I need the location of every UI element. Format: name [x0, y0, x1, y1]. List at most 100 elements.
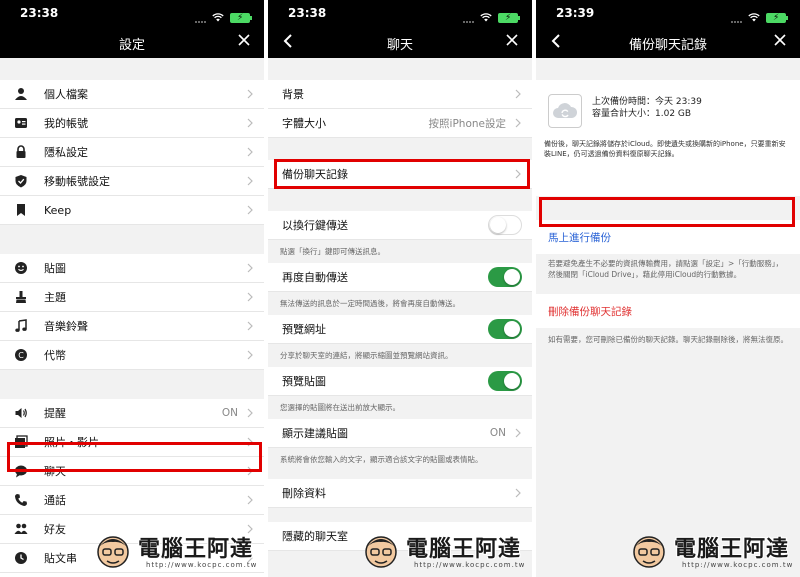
settings-row[interactable]: 好友	[0, 515, 264, 544]
battery-icon: ⚡	[498, 12, 520, 23]
delete-backup-description: 如有需要，您可刪除已備份的聊天記錄。聊天記錄刪除後，將無法復原。	[536, 328, 800, 351]
status-bar: 23:38 ⚡	[268, 0, 532, 26]
settings-row[interactable]: 音樂鈴聲	[0, 312, 264, 341]
settings-row[interactable]: 主題	[0, 283, 264, 312]
row-description: 點選「換行」鍵即可傳送訊息。	[268, 240, 532, 263]
highlight-backup-now	[539, 197, 795, 227]
row-hidden-chats[interactable]: 隱藏的聊天室	[268, 522, 532, 551]
row-label: 我的帳號	[44, 117, 88, 130]
chevron-right-icon	[247, 147, 253, 157]
toggle-switch[interactable]	[488, 267, 522, 287]
toggle-row: 預覽貼圖	[268, 367, 532, 396]
cloud-sync-icon	[548, 94, 582, 128]
settings-row[interactable]: 移動帳號設定	[0, 167, 264, 196]
row-label: 預覽貼圖	[282, 375, 326, 388]
backup-screen: 23:39 ⚡ 備份聊天記錄 上次備份時間：今天 23:39 容量合計大小：1.…	[536, 0, 800, 577]
signal-icon	[730, 8, 742, 27]
settings-group: 貼圖主題音樂鈴聲 C 代幣	[0, 254, 264, 370]
wifi-icon	[748, 13, 760, 22]
row-label: 以換行鍵傳送	[282, 219, 348, 232]
toggle-knob	[490, 217, 506, 233]
row-description: 系統將會依您輸入的文字，顯示適合該文字的貼圖或表情貼。	[268, 448, 532, 471]
settings-row[interactable]: C 代幣	[0, 341, 264, 370]
highlight-chat	[7, 442, 262, 472]
chevron-right-icon	[247, 292, 253, 302]
toggle-switch[interactable]	[488, 371, 522, 391]
row-delete-data[interactable]: 刪除資料	[268, 479, 532, 508]
row-label: 刪除資料	[282, 487, 326, 500]
row-label: 貼圖	[44, 262, 66, 275]
settings-screen: 23:38 ⚡ 設定 個人檔案我的帳號隱私設定移動帳號設定 Keep 貼圖主題音樂鈴…	[0, 0, 264, 577]
settings-row[interactable]: 貼文串	[0, 544, 264, 573]
chevron-right-icon	[247, 350, 253, 360]
highlight-backup	[274, 159, 530, 189]
chevron-right-icon	[247, 524, 253, 534]
close-icon[interactable]	[504, 32, 520, 48]
toggle-row: 再度自動傳送	[268, 263, 532, 292]
row-font-size[interactable]: 字體大小 按照iPhone設定	[268, 109, 532, 138]
chevron-right-icon	[515, 488, 521, 498]
status-time: 23:39	[556, 6, 595, 20]
row-label: 音樂鈴聲	[44, 320, 88, 333]
close-icon[interactable]	[772, 32, 788, 48]
settings-row[interactable]: 通話	[0, 486, 264, 515]
nav-bar: 備份聊天記錄	[536, 26, 800, 58]
settings-row[interactable]: 隱私設定	[0, 138, 264, 167]
chevron-right-icon	[247, 205, 253, 215]
wifi-icon	[212, 13, 224, 22]
toggle-switch[interactable]	[488, 319, 522, 339]
shield-icon	[14, 174, 28, 188]
row-background[interactable]: 背景	[268, 80, 532, 109]
close-icon[interactable]	[236, 32, 252, 48]
chevron-right-icon	[247, 321, 253, 331]
smile-icon	[14, 261, 28, 275]
toggle-knob	[504, 321, 520, 337]
row-label: 好友	[44, 523, 66, 536]
settings-row[interactable]: 我的帳號	[0, 109, 264, 138]
coin-icon: C	[14, 348, 28, 362]
chevron-right-icon	[247, 408, 253, 418]
status-icons: ⚡	[730, 8, 788, 27]
delete-backup-button[interactable]: 刪除備份聊天記錄	[536, 294, 800, 328]
backup-description: 備份後，聊天記錄將儲存於iCloud。即使遺失或換購新的iPhone，只要重新安…	[544, 140, 786, 158]
speaker-icon	[14, 406, 28, 420]
settings-row[interactable]: 語言	[0, 573, 264, 577]
settings-row[interactable]: 貼圖	[0, 254, 264, 283]
chat-settings-screen: 23:38 ⚡ 聊天 背景 字體大小 按照iPhone設定 備份聊天記錄 以換行…	[268, 0, 532, 577]
row-label: 提醒	[44, 407, 66, 420]
chevron-right-icon	[247, 553, 253, 563]
settings-row[interactable]: 個人檔案	[0, 80, 264, 109]
status-time: 23:38	[20, 6, 59, 20]
row-description: 分享於聊天室的連結，將顯示縮圖並預覽網站資訊。	[268, 344, 532, 367]
chevron-right-icon	[515, 89, 521, 99]
row-label: 移動帳號設定	[44, 175, 110, 188]
page-title: 設定	[118, 38, 145, 53]
last-backup-time: 上次備份時間：今天 23:39	[592, 97, 702, 107]
signal-icon	[462, 8, 474, 27]
chevron-right-icon	[247, 176, 253, 186]
row-suggest-stickers[interactable]: 顯示建議貼圖 ON	[268, 419, 532, 448]
toggle-row: 以換行鍵傳送	[268, 211, 532, 240]
toggle-row: 預覽網址	[268, 315, 532, 344]
settings-row[interactable]: Keep	[0, 196, 264, 225]
music-icon	[14, 319, 28, 333]
row-label: 再度自動傳送	[282, 271, 348, 284]
settings-row[interactable]: 提醒 ON	[0, 399, 264, 428]
row-value: ON	[221, 407, 238, 419]
status-bar: 23:38 ⚡	[0, 0, 264, 26]
row-label: Keep	[44, 203, 72, 217]
toggle-switch[interactable]	[488, 215, 522, 235]
row-label: 主題	[44, 291, 66, 304]
bookmark-icon	[14, 203, 28, 217]
row-label: 通話	[44, 494, 66, 507]
row-label: 字體大小	[282, 117, 326, 130]
row-value: 按照iPhone設定	[428, 117, 506, 130]
chevron-right-icon	[515, 118, 521, 128]
chevron-right-icon	[247, 89, 253, 99]
row-description: 無法傳送的訊息於一定時間過後，將會再度自動傳送。	[268, 292, 532, 315]
clock-icon	[14, 551, 28, 565]
brush-icon	[14, 290, 28, 304]
row-label: 隱藏的聊天室	[282, 530, 348, 543]
wifi-icon	[480, 13, 492, 22]
toggle-knob	[504, 373, 520, 389]
